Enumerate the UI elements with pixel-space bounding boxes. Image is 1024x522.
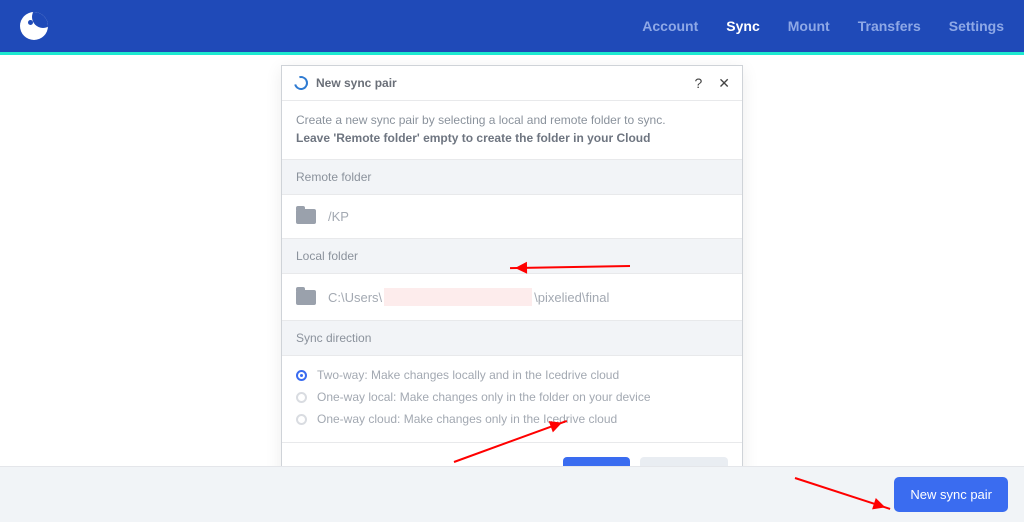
local-folder-path: C:\Users\ \pixelied\final	[328, 288, 609, 306]
radio-two-way[interactable]: Two-way: Make changes locally and in the…	[296, 368, 728, 382]
sync-icon	[291, 73, 310, 92]
help-icon[interactable]: ?	[694, 76, 702, 90]
dialog-description-line1: Create a new sync pair by selecting a lo…	[296, 113, 666, 127]
dialog-description-line2: Leave 'Remote folder' empty to create th…	[296, 129, 728, 147]
bottom-bar: New sync pair	[0, 466, 1024, 522]
dialog-description: Create a new sync pair by selecting a lo…	[282, 101, 742, 160]
radio-dot-icon	[296, 370, 307, 381]
new-sync-pair-dialog: New sync pair ? ✕ Create a new sync pair…	[281, 65, 743, 501]
radio-one-way-local[interactable]: One-way local: Make changes only in the …	[296, 390, 728, 404]
radio-label: One-way local: Make changes only in the …	[317, 390, 651, 404]
remote-folder-header: Remote folder	[282, 160, 742, 195]
redacted-username	[384, 288, 532, 306]
local-folder-row[interactable]: C:\Users\ \pixelied\final	[282, 274, 742, 321]
nav-item-account[interactable]: Account	[642, 18, 698, 34]
remote-folder-row[interactable]: /KP	[282, 195, 742, 239]
nav: Account Sync Mount Transfers Settings	[642, 18, 1004, 34]
folder-icon	[296, 209, 316, 224]
radio-dot-icon	[296, 392, 307, 403]
local-folder-path-prefix: C:\Users\	[328, 290, 382, 305]
dialog-title: New sync pair	[316, 76, 397, 90]
app-logo-icon	[20, 12, 48, 40]
dialog-titlebar: New sync pair ? ✕	[282, 66, 742, 101]
local-folder-path-suffix: \pixelied\final	[534, 290, 609, 305]
topbar: Account Sync Mount Transfers Settings	[0, 0, 1024, 52]
radio-label: Two-way: Make changes locally and in the…	[317, 368, 619, 382]
page: New sync pair ? ✕ Create a new sync pair…	[0, 55, 1024, 522]
nav-item-transfers[interactable]: Transfers	[858, 18, 921, 34]
folder-icon	[296, 290, 316, 305]
sync-direction-options: Two-way: Make changes locally and in the…	[282, 356, 742, 443]
new-sync-pair-button[interactable]: New sync pair	[894, 477, 1008, 512]
remote-folder-path: /KP	[328, 209, 349, 224]
nav-item-mount[interactable]: Mount	[788, 18, 830, 34]
radio-dot-icon	[296, 414, 307, 425]
close-icon[interactable]: ✕	[718, 76, 730, 90]
radio-label: One-way cloud: Make changes only in the …	[317, 412, 617, 426]
nav-item-settings[interactable]: Settings	[949, 18, 1004, 34]
sync-direction-header: Sync direction	[282, 321, 742, 356]
nav-item-sync[interactable]: Sync	[726, 18, 759, 34]
radio-one-way-cloud[interactable]: One-way cloud: Make changes only in the …	[296, 412, 728, 426]
